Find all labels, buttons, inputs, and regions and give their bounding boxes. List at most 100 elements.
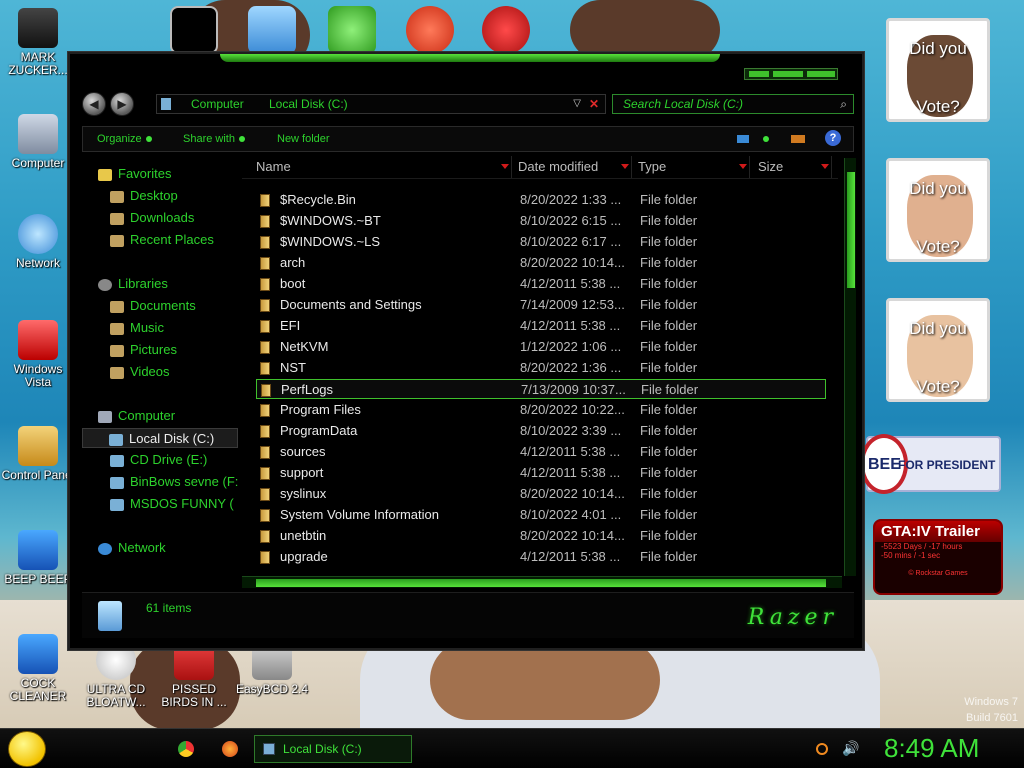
nav-computer[interactable]: Computer: [98, 406, 175, 426]
nav-desktop[interactable]: Desktop: [110, 186, 178, 206]
file-row[interactable]: support 4/12/2011 5:38 ... File folder: [256, 463, 826, 483]
file-row[interactable]: NST 8/20/2022 1:36 ... File folder: [256, 358, 826, 378]
cmd-icon[interactable]: [170, 6, 218, 54]
nav-local-disk[interactable]: Local Disk (C:): [82, 428, 238, 448]
close-icon[interactable]: ✕: [589, 95, 599, 113]
desktop-icon-network[interactable]: Network: [0, 214, 76, 270]
preview-pane-icon[interactable]: [791, 135, 805, 143]
minimize-button[interactable]: [749, 71, 769, 77]
music-icon: [110, 322, 124, 335]
file-row[interactable]: sources 4/12/2011 5:38 ... File folder: [256, 442, 826, 462]
search-tray-icon[interactable]: [816, 743, 828, 755]
vertical-scrollbar[interactable]: [844, 158, 856, 576]
nav-pictures[interactable]: Pictures: [110, 340, 177, 360]
nav-recent-places[interactable]: Recent Places: [110, 230, 214, 250]
file-type: File folder: [640, 192, 698, 207]
desktop-icon-cock-cleaner[interactable]: COCK CLEANER: [0, 634, 76, 703]
view-options-dot-icon[interactable]: [759, 127, 769, 151]
desktop-icon-control-panel[interactable]: Control Panel: [0, 426, 76, 482]
horizontal-scrollbar[interactable]: [242, 576, 842, 588]
file-name: Documents and Settings: [280, 297, 422, 312]
file-row[interactable]: boot 4/12/2011 5:38 ... File folder: [256, 274, 826, 294]
file-row[interactable]: PerfLogs 7/13/2009 10:37... File folder: [256, 379, 826, 399]
nav-binbows-drive[interactable]: BinBows sevne (F:: [110, 472, 238, 492]
column-header-date[interactable]: Date modified: [518, 156, 632, 178]
file-name: boot: [280, 276, 306, 291]
wallpaper-figure: [430, 640, 660, 720]
nav-documents[interactable]: Documents: [110, 296, 196, 316]
file-type: File folder: [640, 360, 698, 375]
file-row[interactable]: $WINDOWS.~LS 8/10/2022 6:17 ... File folde…: [256, 232, 826, 252]
help-button[interactable]: ?: [825, 130, 841, 146]
file-row[interactable]: ProgramData 8/10/2022 3:39 ... File folder: [256, 421, 826, 441]
nav-music[interactable]: Music: [110, 318, 164, 338]
nav-favorites[interactable]: Favorites: [98, 164, 171, 184]
file-row[interactable]: upgrade 4/12/2011 5:38 ... File folder: [256, 547, 826, 567]
back-button[interactable]: ◀: [82, 92, 106, 116]
desktop-icon-computer[interactable]: Computer: [0, 114, 76, 170]
file-row[interactable]: $WINDOWS.~BT 8/10/2022 6:15 ... File folde…: [256, 211, 826, 231]
breadcrumb-computer[interactable]: Computer: [191, 95, 244, 113]
scrollbar-thumb[interactable]: [847, 172, 855, 288]
column-header-name[interactable]: Name: [256, 156, 512, 178]
file-row[interactable]: NetKVM 1/12/2022 1:06 ... File folder: [256, 337, 826, 357]
bad-piggies-icon[interactable]: [328, 6, 376, 54]
file-name: EFI: [280, 318, 301, 333]
network-globe-icon: [98, 542, 112, 555]
nav-libraries[interactable]: Libraries: [98, 274, 168, 294]
folder-icon: [260, 320, 270, 333]
organize-button[interactable]: Organize: [97, 127, 152, 151]
forward-button[interactable]: ▶: [110, 92, 134, 116]
close-button[interactable]: [807, 71, 835, 77]
dropdown-chevron-icon[interactable]: ▽: [573, 95, 581, 113]
drive-icon: [110, 476, 124, 489]
volume-icon[interactable]: 🔊: [842, 741, 859, 757]
clock[interactable]: 8:49 AM: [884, 733, 979, 764]
p-app-icon[interactable]: [406, 6, 454, 54]
maximize-button[interactable]: [773, 71, 803, 77]
nav-msdos-drive[interactable]: MSDOS FUNNY (: [110, 494, 238, 514]
cd-drive-icon: [110, 454, 124, 467]
nav-cd-drive[interactable]: CD Drive (E:): [110, 450, 207, 470]
folder-icon: [260, 257, 270, 270]
desktop-icon-pissed-birds[interactable]: PISSED BIRDS IN ...: [156, 640, 232, 709]
computer-icon: [18, 114, 58, 154]
chrome-icon[interactable]: [178, 741, 194, 757]
file-date: 8/10/2022 3:39 ...: [520, 423, 622, 438]
address-row: ◀ ▶ Computer Local Disk (C:) ▽ ✕ Search …: [82, 90, 854, 118]
taskbar-explorer-button[interactable]: Local Disk (C:): [254, 735, 412, 763]
breadcrumb-local-disk[interactable]: Local Disk (C:): [269, 95, 348, 113]
file-row[interactable]: Documents and Settings 7/14/2009 12:53...…: [256, 295, 826, 315]
nav-network[interactable]: Network: [98, 538, 166, 558]
search-icon[interactable]: ⌕: [840, 95, 847, 113]
file-row[interactable]: syslinux 8/20/2022 10:14... File folder: [256, 484, 826, 504]
column-header-size[interactable]: Size: [758, 156, 832, 178]
new-folder-button[interactable]: New folder: [277, 127, 330, 151]
share-with-button[interactable]: Share with: [183, 127, 245, 151]
desktop-icon-beep-beep[interactable]: BEEP BEEP: [0, 530, 76, 586]
file-row[interactable]: EFI 4/12/2011 5:38 ... File folder: [256, 316, 826, 336]
nav-downloads[interactable]: Downloads: [110, 208, 194, 228]
scrollbar-thumb[interactable]: [256, 579, 826, 587]
file-row[interactable]: unetbtin 8/20/2022 10:14... File folder: [256, 526, 826, 546]
folders-icon[interactable]: [248, 6, 296, 54]
nav-videos[interactable]: Videos: [110, 362, 170, 382]
dev-cpp-icon[interactable]: [482, 6, 530, 54]
start-button-smiley-icon[interactable]: [8, 731, 46, 767]
desktop-icon-windows-vista[interactable]: Windows Vista: [0, 320, 76, 389]
file-row[interactable]: System Volume Information 8/10/2022 4:01 …: [256, 505, 826, 525]
view-icon[interactable]: [737, 135, 749, 143]
file-row[interactable]: $Recycle.Bin 8/20/2022 1:33 ... File folde…: [256, 190, 826, 210]
desktop-icon-mark-zucker[interactable]: MARK ZUCKER...: [0, 8, 76, 77]
column-header-type[interactable]: Type: [638, 156, 750, 178]
search-input[interactable]: Search Local Disk (C:) ⌕: [612, 94, 854, 114]
file-name: NetKVM: [280, 339, 329, 354]
desktop-icon-ultra-cd[interactable]: ULTRA CD BLOATW...: [78, 640, 154, 709]
firefox-icon[interactable]: [222, 741, 238, 757]
file-row[interactable]: arch 8/20/2022 10:14... File folder: [256, 253, 826, 273]
file-row[interactable]: Program Files 8/20/2022 10:22... File fold…: [256, 400, 826, 420]
address-bar[interactable]: Computer Local Disk (C:) ▽ ✕: [156, 94, 606, 114]
file-type: File folder: [640, 507, 698, 522]
file-name: sources: [280, 444, 326, 459]
folder-icon: [260, 194, 270, 207]
